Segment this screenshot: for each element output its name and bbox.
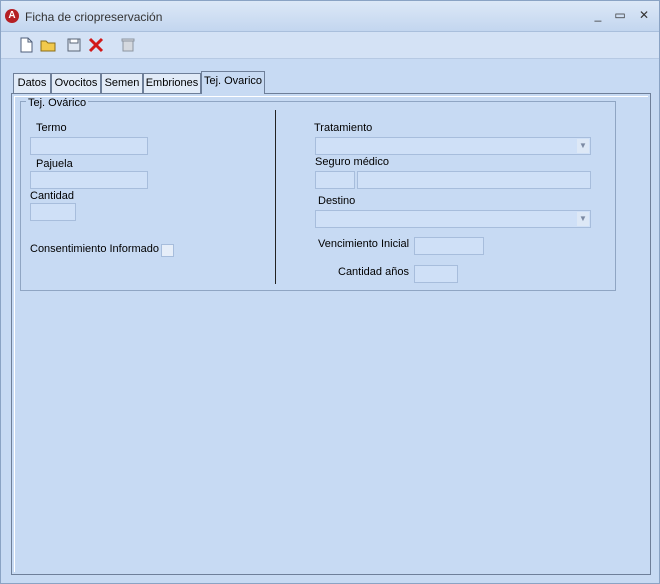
consentimiento-label: Consentimiento Informado [30,243,160,255]
pajuela-field[interactable] [30,171,148,189]
cantidad-field[interactable] [30,203,76,221]
pajuela-label: Pajuela [36,158,73,170]
tab-tej-ovarico[interactable]: Tej. Ovarico [201,71,265,94]
window: A Ficha de criopreservación _ ▭ ✕ Datos … [0,0,660,584]
tab-semen[interactable]: Semen [101,73,143,93]
title-bar: A Ficha de criopreservación _ ▭ ✕ [1,1,659,32]
tab-embriones[interactable]: Embriones [143,73,201,93]
termo-field[interactable] [30,137,148,155]
toolbar [1,32,659,59]
new-document-icon[interactable] [17,36,35,54]
maximize-icon[interactable]: ▭ [613,8,627,22]
vencimiento-label: Vencimiento Inicial [318,238,410,250]
tab-ovocitos[interactable]: Ovocitos [51,73,101,93]
window-title: Ficha de criopreservación [25,10,163,24]
seguro-code-field[interactable] [315,171,355,189]
save-icon[interactable] [65,36,83,54]
tratamiento-select[interactable]: ▼ [315,137,591,155]
seguro-name-field[interactable] [357,171,591,189]
seguro-label: Seguro médico [315,156,389,168]
app-logo-icon: A [5,9,19,23]
delete-icon[interactable] [87,36,105,54]
consentimiento-checkbox[interactable] [161,244,174,257]
minimize-icon[interactable]: _ [591,8,605,22]
cantidad-anos-label: Cantidad años [338,266,409,278]
divider [275,110,276,284]
chevron-down-icon: ▼ [577,212,589,226]
open-folder-icon[interactable] [39,36,57,54]
cantidad-label: Cantidad [30,190,75,202]
vencimiento-field[interactable] [414,237,484,255]
close-icon[interactable]: ✕ [637,8,651,22]
termo-label: Termo [36,122,67,134]
destino-select[interactable]: ▼ [315,210,591,228]
tab-strip: Datos Ovocitos Semen Embriones Tej. Ovar… [13,71,649,94]
chevron-down-icon: ▼ [577,139,589,153]
tratamiento-label: Tratamiento [314,122,373,134]
destino-label: Destino [318,195,356,207]
cantidad-anos-field[interactable] [414,265,458,283]
trash-icon[interactable] [119,36,137,54]
tab-datos[interactable]: Datos [13,73,51,93]
group-title: Tej. Ovárico [26,97,89,109]
